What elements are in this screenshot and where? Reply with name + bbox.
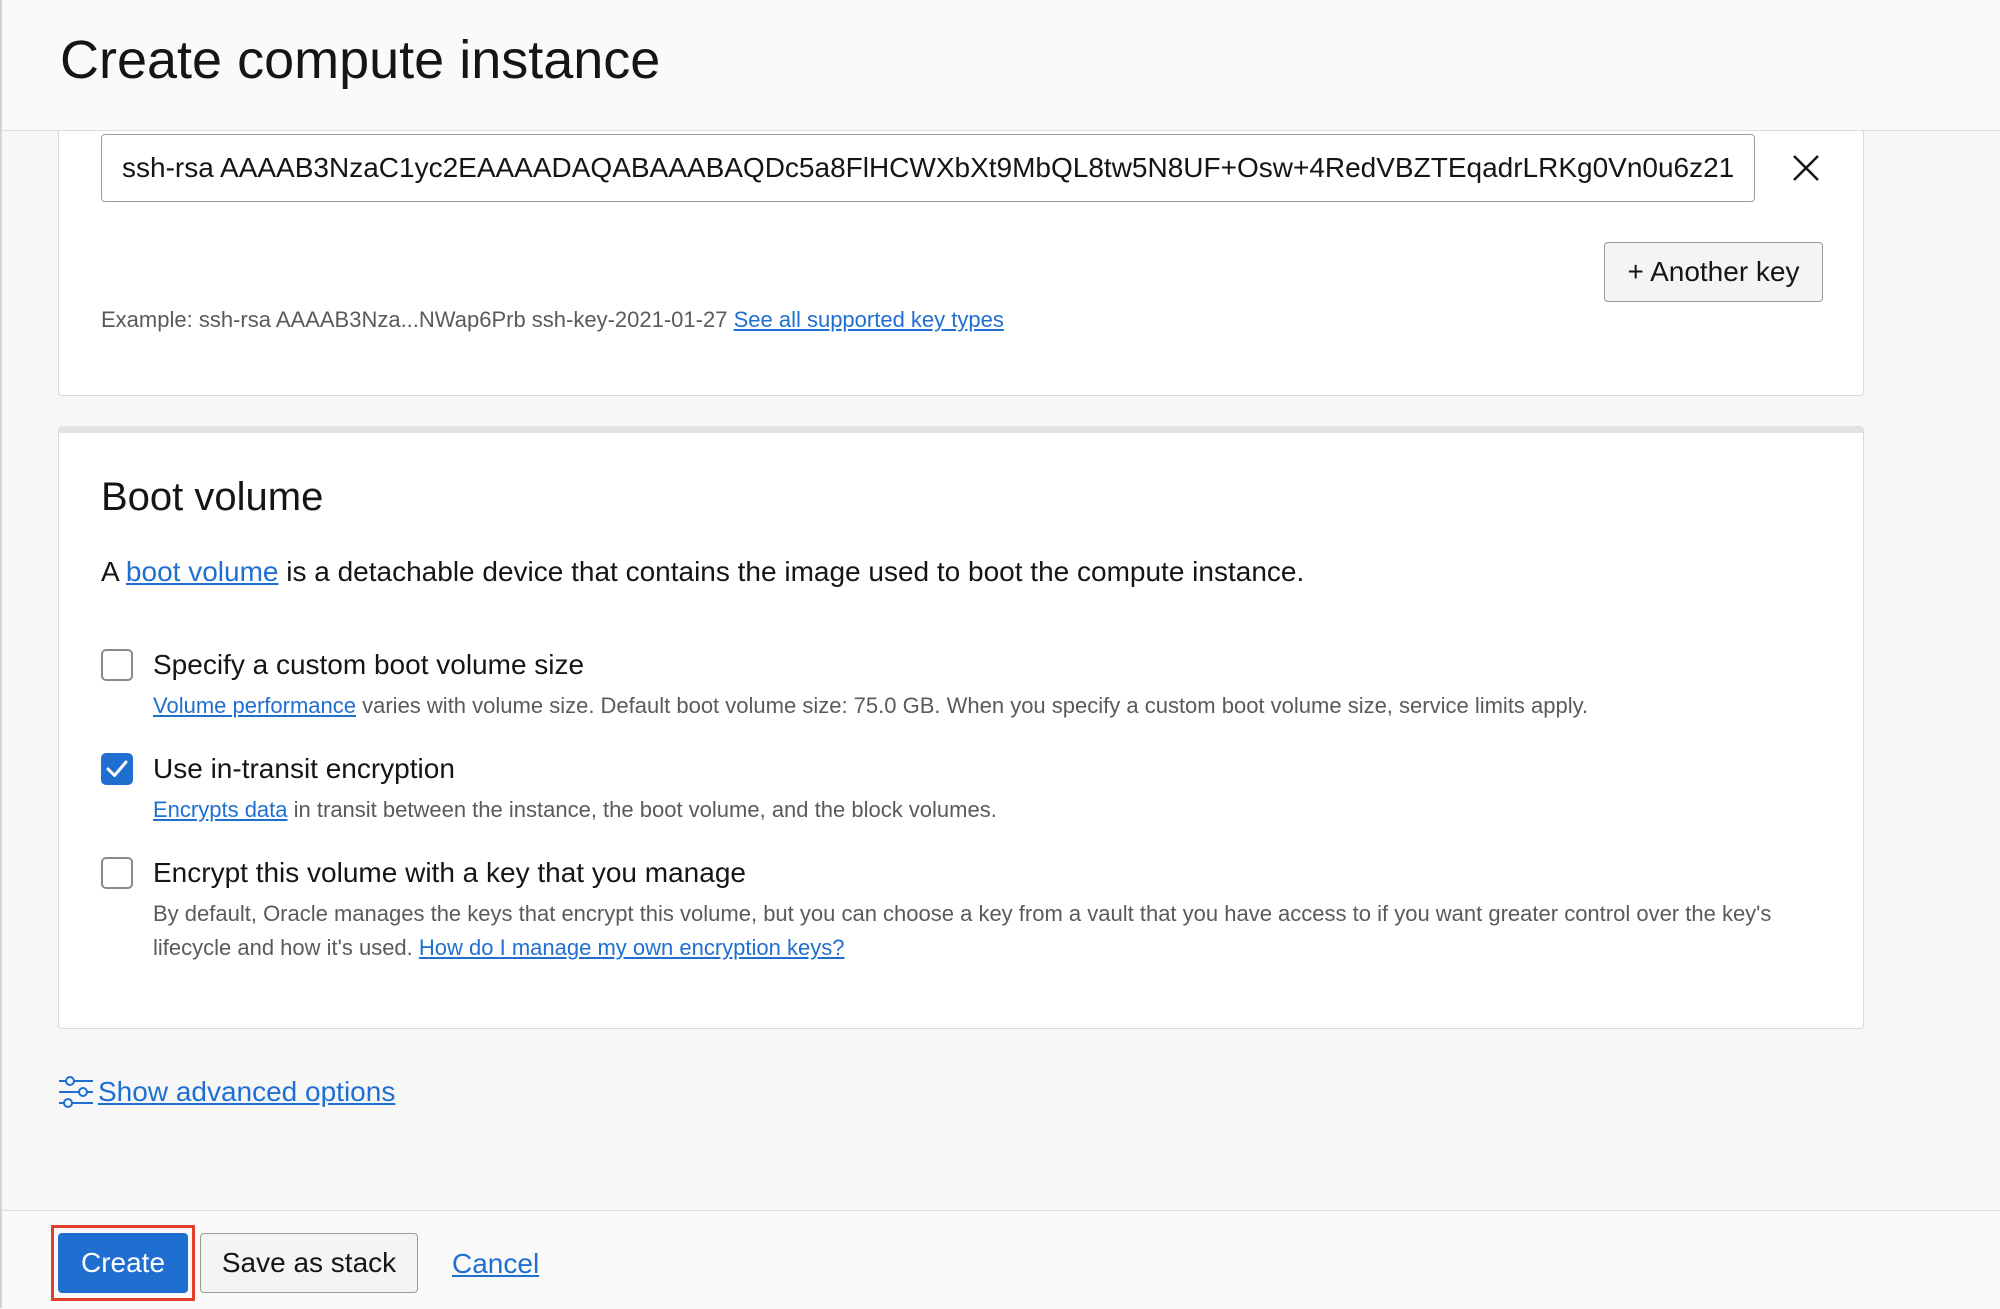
boot-volume-title: Boot volume — [101, 475, 324, 519]
managed-key-checkbox[interactable] — [101, 857, 133, 889]
action-footer: Create Save as stack Cancel — [2, 1210, 2000, 1309]
save-as-stack-button[interactable]: Save as stack — [200, 1233, 418, 1293]
checkmark-icon — [106, 760, 128, 777]
custom-size-help: Volume performance varies with volume si… — [153, 689, 1813, 723]
ssh-key-example: Example: ssh-rsa AAAAB3Nza...NWap6Prb ss… — [101, 307, 1004, 333]
ssh-example-text: Example: ssh-rsa AAAAB3Nza...NWap6Prb ss… — [101, 307, 728, 332]
boot-volume-description: A boot volume is a detachable device tha… — [101, 555, 1304, 589]
page-header: Create compute instance — [2, 0, 2000, 131]
custom-size-checkbox[interactable] — [101, 649, 133, 681]
page-title: Create compute instance — [60, 30, 661, 90]
window-left-border — [0, 0, 2, 1308]
managed-key-help: By default, Oracle manages the keys that… — [153, 897, 1813, 965]
custom-size-label[interactable]: Specify a custom boot volume size — [153, 648, 584, 682]
managed-key-label[interactable]: Encrypt this volume with a key that you … — [153, 856, 746, 890]
in-transit-encryption-help: Encrypts data in transit between the ins… — [153, 793, 1813, 827]
create-button[interactable]: Create — [58, 1233, 188, 1293]
advanced-options: Show advanced options — [58, 1072, 395, 1112]
supported-key-types-link[interactable]: See all supported key types — [734, 307, 1004, 332]
desc-prefix: A — [101, 556, 119, 587]
manage-encryption-keys-link[interactable]: How do I manage my own encryption keys? — [419, 935, 845, 960]
custom-size-help-text: varies with volume size. Default boot vo… — [362, 693, 1589, 718]
remove-key-button[interactable] — [1785, 147, 1827, 189]
close-icon — [1793, 155, 1819, 181]
boot-volume-card: Boot volume A boot volume is a detachabl… — [58, 426, 1864, 1029]
ssh-key-input[interactable] — [101, 134, 1755, 202]
in-transit-encryption-checkbox[interactable] — [101, 753, 133, 785]
show-advanced-options-link[interactable]: Show advanced options — [98, 1076, 395, 1108]
another-key-button[interactable]: + Another key — [1604, 242, 1823, 302]
encrypts-data-link[interactable]: Encrypts data — [153, 797, 288, 822]
sliders-icon — [58, 1073, 96, 1111]
boot-volume-link[interactable]: boot volume — [126, 556, 279, 587]
volume-performance-link[interactable]: Volume performance — [153, 693, 356, 718]
desc-suffix: is a detachable device that contains the… — [286, 556, 1305, 587]
cancel-link[interactable]: Cancel — [452, 1247, 539, 1281]
in-transit-help-text: in transit between the instance, the boo… — [293, 797, 997, 822]
in-transit-encryption-label[interactable]: Use in-transit encryption — [153, 752, 455, 786]
managed-key-help-text: By default, Oracle manages the keys that… — [153, 901, 1772, 960]
ssh-keys-card: + Another key Example: ssh-rsa AAAAB3Nza… — [58, 90, 1864, 396]
